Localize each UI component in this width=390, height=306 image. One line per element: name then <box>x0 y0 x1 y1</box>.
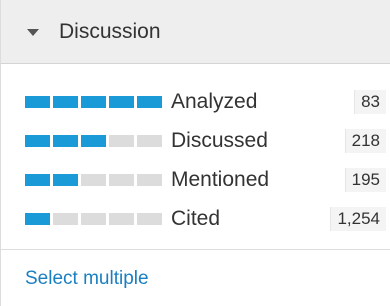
level-segment-empty <box>109 134 134 147</box>
discussion-row-mentioned[interactable]: Mentioned 195 <box>1 160 390 199</box>
discussion-panel-header[interactable]: Discussion <box>1 0 390 64</box>
level-segment-filled <box>25 173 50 186</box>
discussion-level-list: Analyzed 83 Discussed 218 Mentioned 195 … <box>1 64 390 238</box>
level-segment-empty <box>109 173 134 186</box>
select-multiple-link[interactable]: Select multiple <box>25 268 149 290</box>
level-bar <box>25 95 162 108</box>
discussion-row-analyzed[interactable]: Analyzed 83 <box>1 82 390 121</box>
caret-down-icon[interactable] <box>27 29 39 36</box>
level-bar <box>25 134 162 147</box>
level-segment-empty <box>137 173 162 186</box>
level-bar <box>25 173 162 186</box>
row-count: 83 <box>354 89 386 114</box>
level-segment-empty <box>81 173 106 186</box>
row-label: Analyzed <box>171 89 258 113</box>
row-count: 195 <box>344 167 386 192</box>
row-label: Mentioned <box>171 167 270 191</box>
level-segment-filled <box>81 134 106 147</box>
level-segment-empty <box>137 212 162 225</box>
level-segment-filled <box>53 173 78 186</box>
level-segment-filled <box>25 95 50 108</box>
level-segment-empty <box>53 212 78 225</box>
level-segment-filled <box>25 134 50 147</box>
panel-title: Discussion <box>59 19 161 43</box>
level-segment-filled <box>109 95 134 108</box>
level-bar <box>25 212 162 225</box>
level-segment-empty <box>137 134 162 147</box>
discussion-row-cited[interactable]: Cited 1,254 <box>1 199 390 238</box>
row-count: 1,254 <box>330 206 386 231</box>
row-count: 218 <box>344 128 386 153</box>
footer-divider <box>1 249 390 250</box>
level-segment-filled <box>25 212 50 225</box>
level-segment-empty <box>81 212 106 225</box>
level-segment-filled <box>53 95 78 108</box>
level-segment-empty <box>109 212 134 225</box>
row-label: Discussed <box>171 128 268 152</box>
row-label: Cited <box>171 206 221 230</box>
level-segment-filled <box>81 95 106 108</box>
discussion-row-discussed[interactable]: Discussed 218 <box>1 121 390 160</box>
level-segment-filled <box>137 95 162 108</box>
level-segment-filled <box>53 134 78 147</box>
discussion-panel: Discussion Analyzed 83 Discussed 218 Men… <box>0 0 390 306</box>
